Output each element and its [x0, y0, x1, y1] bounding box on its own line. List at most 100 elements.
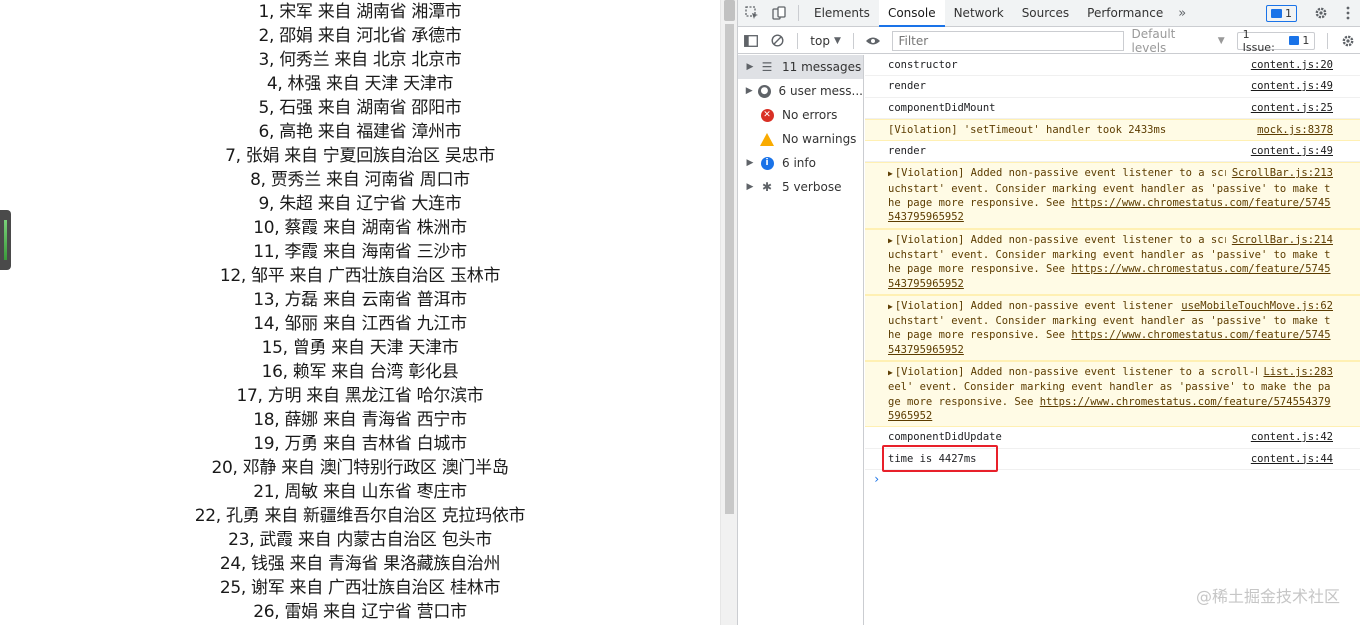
- more-tabs-button[interactable]: »: [1172, 6, 1192, 21]
- live-expression-eye-icon[interactable]: [860, 27, 887, 54]
- page-scrollbar[interactable]: [720, 0, 737, 625]
- console-message[interactable]: ScrollBar.js:214 ▶ [Violation] Added non-p…: [865, 228, 1360, 295]
- list-item: 17, 方明 来自 黑龙江省 哈尔滨市: [236, 386, 484, 406]
- message-source-link[interactable]: content.js:25: [1245, 101, 1333, 115]
- list-item: 19, 万勇 来自 吉林省 白城市: [253, 434, 467, 454]
- list-item: 25, 谢军 来自 广西壮族自治区 桂林市: [219, 578, 501, 598]
- panel-tabs: Elements Console Network Sources Performance: [805, 0, 1172, 27]
- device-toolbar-icon[interactable]: [765, 0, 792, 27]
- context-selector[interactable]: top ▼: [804, 34, 847, 48]
- sidebar-item-label: 6 user mess...: [778, 84, 863, 98]
- message-source-link[interactable]: ScrollBar.js:214: [1225, 232, 1333, 247]
- message-source-link[interactable]: content.js:42: [1245, 430, 1333, 444]
- list-item: 6, 高艳 来自 福建省 漳州市: [258, 122, 462, 142]
- message-source-link[interactable]: useMobileTouchMove.js:62: [1175, 298, 1333, 314]
- list-item: 8, 贾秀兰 来自 河南省 周口市: [250, 170, 470, 190]
- list-item: 1, 宋军 来自 湖南省 湘潭市: [258, 2, 462, 22]
- person-list: 1, 宋军 来自 湖南省 湘潭市 2, 邵娟 来自 河北省 承德市 3, 何秀兰 来…: [0, 0, 720, 624]
- list-item: 22, 孔勇 来自 新疆维吾尔自治区 克拉玛依市: [194, 506, 526, 526]
- expand-triangle-icon[interactable]: ▶: [888, 302, 893, 311]
- scrollbar-thumb[interactable]: [724, 0, 735, 21]
- sidebar-item-warning[interactable]: No warnings: [738, 127, 863, 151]
- messages-count: 1: [1285, 6, 1292, 20]
- issues-button[interactable]: 1 Issue: 1: [1236, 28, 1316, 54]
- console-message[interactable]: content.js:25 componentDidMount: [865, 98, 1360, 119]
- list-item: 14, 邹丽 来自 江西省 九江市: [253, 314, 467, 334]
- message-body: constructor: [888, 59, 958, 71]
- expand-triangle-icon[interactable]: ▶: [888, 236, 893, 245]
- console-prompt[interactable]: ›: [865, 470, 1360, 486]
- list-item: 21, 周敏 来自 山东省 枣庄市: [253, 482, 467, 502]
- handle-indicator: [4, 220, 7, 260]
- list-item: 4, 林强 来自 天津 天津市: [266, 74, 454, 94]
- sidebar-item-label: No warnings: [782, 132, 857, 146]
- settings-gear-icon[interactable]: [1307, 0, 1334, 27]
- list-item: 13, 方磊 来自 云南省 普洱市: [253, 290, 467, 310]
- console-message[interactable]: useMobileTouchMove.js:62 ▶ [Violation] Add…: [865, 294, 1360, 362]
- message-source-link[interactable]: mock.js:8378: [1251, 122, 1333, 138]
- message-source-link[interactable]: content.js:49: [1245, 144, 1333, 158]
- sidebar-item-user[interactable]: ▶ ● 6 user mess...: [738, 79, 863, 103]
- list-item: 7, 张娟 来自 宁夏回族自治区 吴忠市: [225, 146, 495, 166]
- message-body: [Violation] 'setTimeout' handler took 24…: [888, 123, 1167, 136]
- sidebar-item-info[interactable]: ▶ i 6 info: [738, 151, 863, 175]
- console-message[interactable]: content.js:20 constructor: [865, 55, 1360, 77]
- console-messages: content.js:20 constructor content.js:49 ren…: [865, 55, 1360, 625]
- list-item: 18, 薛娜 来自 青海省 西宁市: [253, 410, 467, 430]
- list-item: 15, 曾勇 来自 天津 天津市: [261, 338, 459, 358]
- log-levels-dropdown[interactable]: Default levels ▼: [1132, 27, 1225, 55]
- message-source-link[interactable]: content.js:20: [1245, 58, 1333, 72]
- console-message[interactable]: List.js:283 ▶ [Violation] Added non-passiv…: [865, 361, 1360, 428]
- tab-performance[interactable]: Performance: [1078, 0, 1172, 27]
- sidebar-item-error[interactable]: ✕ No errors: [738, 103, 863, 127]
- console-settings-gear-icon[interactable]: [1334, 27, 1360, 54]
- sidebar-toggle-icon[interactable]: [738, 27, 765, 54]
- message-source-link[interactable]: List.js:283: [1257, 365, 1333, 380]
- console-filter-input[interactable]: [892, 30, 1124, 51]
- console-toolbar: top▼ Default levels▼ 1 Issue:1: [738, 27, 1360, 55]
- devtools-panel: Elements Console Network Sources Performance…: [737, 0, 1360, 625]
- sidebar-item-list[interactable]: ▶ ☰ 11 messages: [738, 55, 863, 79]
- tab-console[interactable]: Console: [878, 0, 945, 27]
- kebab-menu-icon[interactable]: [1334, 0, 1360, 27]
- sidebar-item-label: 5 verbose: [782, 180, 842, 194]
- toolbar-separator: [852, 32, 854, 49]
- message-body: componentDidMount: [888, 101, 996, 114]
- message-source-link[interactable]: ScrollBar.js:213: [1225, 166, 1333, 181]
- toolbar-separator: [797, 32, 799, 49]
- message-body: time is 4427ms: [888, 452, 977, 465]
- messages-badge[interactable]: 1: [1266, 4, 1297, 22]
- bug-icon: ✱: [761, 180, 773, 194]
- message-source-link[interactable]: content.js:49: [1245, 79, 1333, 93]
- console-message[interactable]: content.js:42 componentDidUpdate: [865, 427, 1360, 449]
- expand-triangle-icon[interactable]: ▶: [888, 368, 893, 377]
- tab-elements[interactable]: Elements: [805, 0, 879, 27]
- console-message[interactable]: content.js:44 time is 4427ms: [865, 449, 1360, 470]
- toolbar-separator: [798, 5, 799, 21]
- expand-triangle-icon[interactable]: ▶: [888, 169, 893, 178]
- list-item: 20, 邓静 来自 澳门特别行政区 澳门半岛: [211, 458, 509, 478]
- tab-network[interactable]: Network: [945, 0, 1013, 27]
- list-item: 5, 石强 来自 湖南省 邵阳市: [258, 98, 462, 118]
- issues-label: 1 Issue:: [1242, 27, 1275, 54]
- sidebar-item-label: 11 messages: [782, 60, 862, 74]
- sidebar-item-bug[interactable]: ▶ ✱ 5 verbose: [738, 175, 863, 199]
- user-icon: ●: [756, 83, 772, 99]
- console-message[interactable]: mock.js:8378 [Violation] 'setTimeout' han…: [865, 118, 1360, 142]
- console-message[interactable]: content.js:49 render: [865, 141, 1360, 163]
- scrollbar-track[interactable]: [725, 24, 734, 514]
- sidebar-item-label: No errors: [782, 108, 838, 122]
- caret-right-icon: ▶: [746, 62, 754, 72]
- message-source-link[interactable]: content.js:44: [1245, 452, 1333, 466]
- tab-sources[interactable]: Sources: [1013, 0, 1078, 27]
- caret-right-icon: ▶: [746, 158, 754, 168]
- clear-console-icon[interactable]: [765, 27, 792, 54]
- list-item: 23, 武霞 来自 内蒙古自治区 包头市: [228, 530, 492, 550]
- console-message[interactable]: ScrollBar.js:213 ▶ [Violation] Added non-p…: [865, 162, 1360, 229]
- message-icon: [1288, 36, 1300, 45]
- side-handle[interactable]: [0, 210, 11, 270]
- list-icon: ☰: [761, 60, 773, 74]
- console-message[interactable]: content.js:49 render: [865, 76, 1360, 98]
- list-item: 11, 李霞 来自 海南省 三沙市: [253, 242, 467, 262]
- inspect-element-icon[interactable]: [738, 0, 765, 27]
